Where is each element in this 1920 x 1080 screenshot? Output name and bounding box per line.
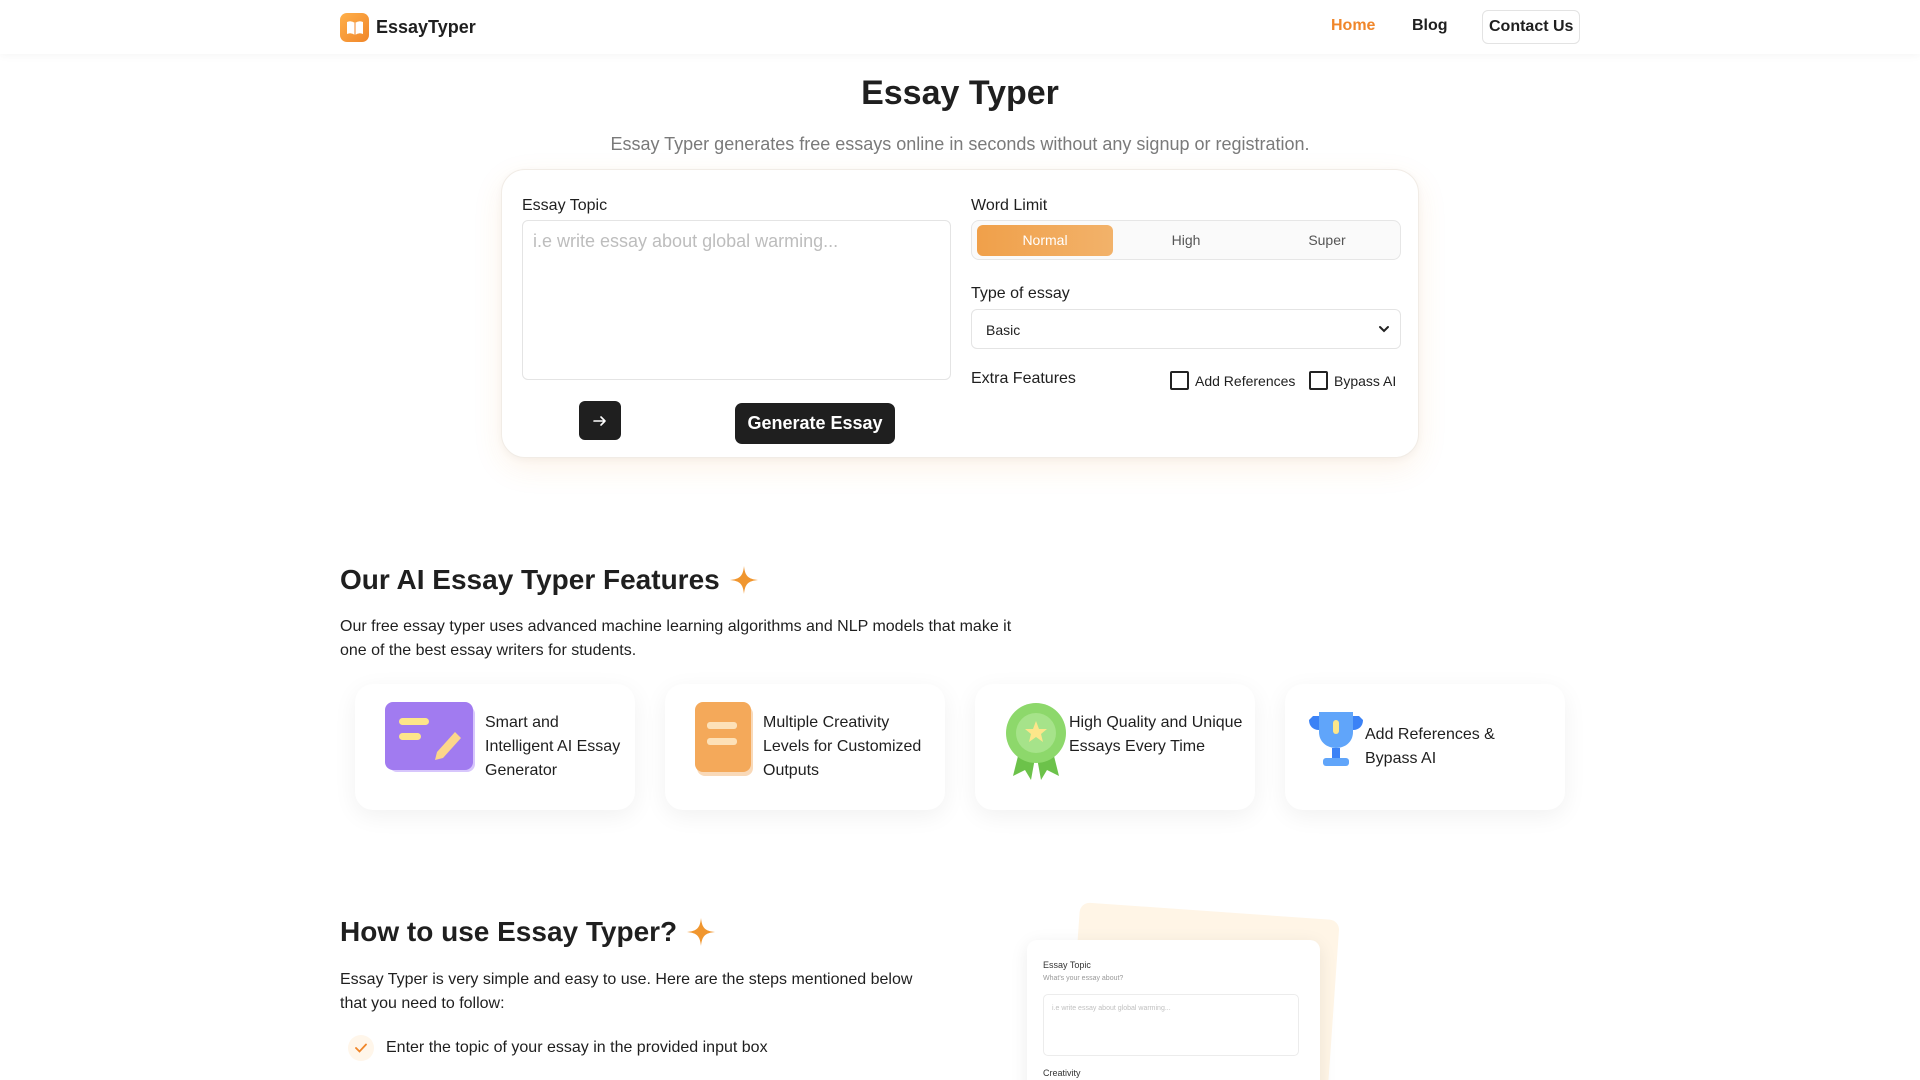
arrow-right-icon (593, 415, 606, 426)
howto-title: How to use Essay Typer? (340, 916, 678, 947)
essay-topic-input[interactable] (522, 220, 951, 380)
howto-step-text: Enter the topic of your essay in the pro… (386, 1039, 768, 1056)
word-limit-label: Word Limit (971, 197, 1048, 214)
essay-topic-label: Essay Topic (522, 197, 608, 214)
features-title: Our AI Essay Typer Features (340, 564, 720, 595)
howto-description: Essay Typer is very simple and easy to u… (340, 971, 913, 1012)
feature-text: High Quality and Unique Essays Every Tim… (1069, 714, 1243, 755)
bypass-ai-label: Bypass AI (1334, 372, 1397, 389)
sparkle-icon (687, 918, 716, 946)
page-title: Essay Typer (861, 74, 1059, 112)
feature-card: High Quality and Unique Essays Every Tim… (975, 684, 1255, 810)
essay-type-value: Basic (986, 322, 1021, 338)
preview-topic-sub: What's your essay about? (1043, 975, 1124, 982)
feature-text: Add References & Bypass AI (1365, 726, 1495, 767)
preview-placeholder: i.e write essay about global warming... (1052, 1005, 1171, 1012)
award-medal-icon (1005, 702, 1067, 785)
book-icon (340, 13, 369, 42)
word-limit-normal[interactable]: Normal (977, 225, 1113, 256)
add-references-checkbox[interactable] (1170, 371, 1189, 390)
nav-home-link[interactable]: Home (1331, 17, 1375, 35)
next-arrow-button[interactable] (579, 401, 621, 440)
chevron-down-icon (1379, 326, 1389, 333)
howto-heading: How to use Essay Typer? (340, 916, 717, 948)
bypass-ai-checkbox[interactable] (1309, 371, 1328, 390)
add-references-label: Add References (1195, 372, 1296, 389)
essay-form-card: Essay Topic Generate Essay Word Limit No… (501, 169, 1419, 458)
trophy-icon (1305, 708, 1367, 775)
features-description: Our free essay typer uses advanced machi… (340, 618, 1012, 659)
extra-features-label: Extra Features (971, 370, 1076, 387)
essay-type-label: Type of essay (971, 285, 1070, 302)
word-limit-high[interactable]: High (1118, 225, 1254, 256)
sparkle-icon (729, 566, 758, 594)
form-preview-image: Essay Topic What's your essay about? i.e… (1027, 940, 1320, 1080)
brand-name: EssayTyper (376, 17, 476, 37)
word-limit-super[interactable]: Super (1259, 225, 1395, 256)
features-heading: Our AI Essay Typer Features (340, 564, 760, 596)
feature-card: Multiple Creativity Levels for Customize… (665, 684, 945, 810)
brand-logo[interactable]: EssayTyper (340, 13, 476, 42)
preview-topic-label: Essay Topic (1043, 960, 1091, 970)
bypass-ai-option[interactable]: Bypass AI (1309, 371, 1396, 390)
preview-creativity-label: Creativity (1043, 1068, 1081, 1078)
howto-step: Enter the topic of your essay in the pro… (348, 1035, 768, 1061)
feature-text: Multiple Creativity Levels for Customize… (763, 714, 922, 779)
feature-card: Smart and Intelligent AI Essay Generator (355, 684, 635, 810)
generate-essay-button[interactable]: Generate Essay (735, 403, 895, 444)
page-subtitle: Essay Typer generates free essays online… (610, 134, 1310, 154)
preview-topic-box: i.e write essay about global warming... (1043, 994, 1299, 1056)
document-stack-icon (695, 702, 755, 783)
nav-contact-button[interactable]: Contact Us (1482, 10, 1581, 44)
check-icon (348, 1035, 374, 1061)
essay-type-select[interactable]: Basic (971, 309, 1401, 349)
feature-text: Smart and Intelligent AI Essay Generator (485, 714, 621, 779)
word-limit-selector: Normal High Super (971, 220, 1401, 260)
document-edit-icon (385, 702, 477, 781)
nav-blog-link[interactable]: Blog (1412, 17, 1448, 35)
add-references-option[interactable]: Add References (1170, 371, 1295, 390)
feature-card: Add References & Bypass AI (1285, 684, 1565, 810)
top-nav: EssayTyper Home Blog Contact Us (0, 0, 1920, 54)
